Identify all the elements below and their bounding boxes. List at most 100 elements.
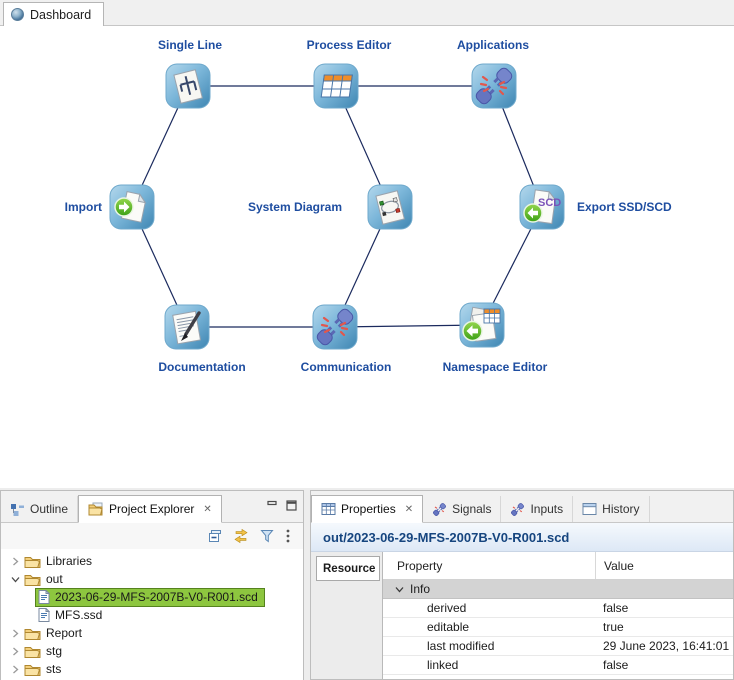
filter-icon[interactable] <box>259 528 275 544</box>
tree-item-report[interactable]: Report <box>1 624 303 642</box>
tree-item-ssd-file[interactable]: MFS.ssd <box>1 606 303 624</box>
side-tab-resource[interactable]: Resource <box>316 556 380 581</box>
namespace-editor-icon[interactable] <box>459 302 505 348</box>
table-icon <box>321 502 336 516</box>
selected-row-highlight[interactable]: 2023-06-29-MFS-2007B-V0-R001.scd <box>36 589 264 606</box>
tab-project-explorer[interactable]: Project Explorer ✕ <box>78 495 222 523</box>
plug-icon <box>432 502 447 517</box>
tab-outline[interactable]: Outline <box>1 496 78 522</box>
property-value: false <box>603 601 628 615</box>
minimize-icon[interactable] <box>267 500 278 511</box>
explorer-tab-bar: Outline Project Explorer ✕ <box>1 491 303 523</box>
single-line-icon[interactable] <box>165 63 211 109</box>
tree-item-label: out <box>46 572 63 586</box>
property-name: derived <box>383 601 466 615</box>
property-name: last modified <box>383 639 494 653</box>
project-explorer-view: Outline Project Explorer ✕ <box>0 490 304 680</box>
chevron-right-icon[interactable] <box>7 665 24 674</box>
tree-item-label: sts <box>46 662 61 676</box>
node-label-documentation[interactable]: Documentation <box>142 360 262 374</box>
node-label-process-editor[interactable]: Process Editor <box>289 38 409 52</box>
property-group-info[interactable]: Info <box>383 580 733 599</box>
tree-item-label: MFS.ssd <box>55 608 102 622</box>
property-row-linked[interactable]: linked false <box>383 656 733 675</box>
chevron-right-icon[interactable] <box>7 647 24 656</box>
property-row-last-modified[interactable]: last modified 29 June 2023, 16:41:01 <box>383 637 733 656</box>
property-name: editable <box>383 620 469 634</box>
chevron-down-icon[interactable] <box>395 585 404 594</box>
properties-view: Properties ✕ Signals <box>310 490 734 680</box>
tab-project-explorer-label: Project Explorer <box>109 502 194 516</box>
tree-item-stg[interactable]: stg <box>1 642 303 660</box>
close-icon[interactable]: ✕ <box>203 504 211 515</box>
tab-inputs-label: Inputs <box>530 502 563 516</box>
tab-outline-label: Outline <box>30 502 68 516</box>
chevron-right-icon[interactable] <box>7 629 24 638</box>
tab-signals[interactable]: Signals <box>423 496 501 522</box>
tree-item-libraries[interactable]: Libraries <box>1 552 303 570</box>
maximize-icon[interactable] <box>286 500 297 511</box>
dashboard-sphere-icon <box>11 8 24 21</box>
tree-item-out[interactable]: out <box>1 570 303 588</box>
bottom-panel-area: Outline Project Explorer ✕ <box>0 488 734 680</box>
node-label-namespace-editor[interactable]: Namespace Editor <box>430 360 560 374</box>
tree-item-label: stg <box>46 644 62 658</box>
application-window: Dashboard Single Line Process Editor App… <box>0 0 734 680</box>
dashboard-connections <box>0 27 734 488</box>
close-icon[interactable]: ✕ <box>405 504 413 515</box>
folder-icon <box>24 663 41 676</box>
svg-text:SCD: SCD <box>538 197 561 209</box>
column-header-value[interactable]: Value <box>595 552 634 579</box>
tab-properties-label: Properties <box>341 502 396 516</box>
editor-tab-label: Dashboard <box>30 8 91 22</box>
chevron-right-icon[interactable] <box>7 557 24 566</box>
tab-dashboard[interactable]: Dashboard <box>3 2 104 26</box>
node-label-system-diagram[interactable]: System Diagram <box>238 200 342 214</box>
property-name: linked <box>383 658 458 672</box>
node-label-communication[interactable]: Communication <box>286 360 406 374</box>
system-diagram-icon[interactable] <box>367 184 413 230</box>
node-label-export-ssd-scd[interactable]: Export SSD/SCD <box>577 200 727 214</box>
import-icon[interactable] <box>109 184 155 230</box>
editor-tab-bar: Dashboard <box>0 0 734 26</box>
properties-content: Resource Property Value Info derived fal… <box>311 552 733 679</box>
property-value: true <box>603 620 624 634</box>
folder-icon <box>24 645 41 658</box>
folder-icon <box>88 502 104 516</box>
tree-item-sts[interactable]: sts <box>1 660 303 678</box>
chevron-down-icon[interactable] <box>7 575 24 584</box>
tab-history[interactable]: History <box>573 496 649 522</box>
tab-inputs[interactable]: Inputs <box>501 496 573 522</box>
node-label-import[interactable]: Import <box>20 200 102 214</box>
tab-signals-label: Signals <box>452 502 491 516</box>
column-header-property[interactable]: Property <box>383 559 442 573</box>
applications-icon[interactable] <box>471 63 517 109</box>
folder-icon <box>24 627 41 640</box>
node-label-applications[interactable]: Applications <box>433 38 553 52</box>
communication-icon[interactable] <box>312 304 358 350</box>
folder-icon <box>24 555 41 568</box>
tree-item-label: 2023-06-29-MFS-2007B-V0-R001.scd <box>55 590 258 604</box>
node-label-single-line[interactable]: Single Line <box>130 38 250 52</box>
process-editor-icon[interactable] <box>313 63 359 109</box>
properties-table-header: Property Value <box>383 552 733 580</box>
outline-icon <box>10 502 25 517</box>
tab-properties[interactable]: Properties ✕ <box>311 495 423 523</box>
dashboard-canvas: Single Line Process Editor Applications … <box>0 27 734 488</box>
window-icon <box>582 502 597 516</box>
tree-item-scd-file[interactable]: 2023-06-29-MFS-2007B-V0-R001.scd <box>1 588 303 606</box>
collapse-all-icon[interactable] <box>207 528 223 544</box>
link-with-editor-icon[interactable] <box>233 528 249 544</box>
folder-icon <box>24 573 41 586</box>
property-row-derived[interactable]: derived false <box>383 599 733 618</box>
tree-item-label: Libraries <box>46 554 92 568</box>
property-row-editable[interactable]: editable true <box>383 618 733 637</box>
properties-table: Property Value Info derived false editab… <box>383 552 733 679</box>
documentation-icon[interactable] <box>164 304 210 350</box>
property-value: 29 June 2023, 16:41:01 <box>603 639 729 653</box>
tree-item-label: Report <box>46 626 82 640</box>
view-menu-icon[interactable] <box>285 528 291 544</box>
export-ssd-scd-icon[interactable]: SCD <box>519 184 565 230</box>
properties-side-tabs: Resource <box>311 552 383 679</box>
tab-history-label: History <box>602 502 639 516</box>
